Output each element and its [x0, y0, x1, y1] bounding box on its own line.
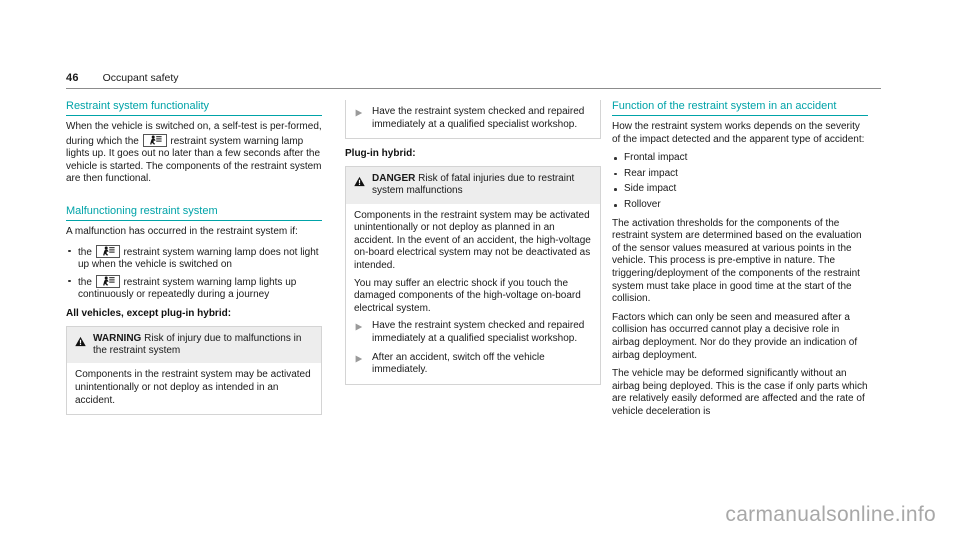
- warning-box-paragraph: Components in the restraint system may b…: [75, 369, 311, 406]
- malfunction-conditions-list: the restraint system warning lamp does n…: [66, 244, 322, 302]
- danger-box-paragraph-2: You may suffer an electric shock if you …: [354, 277, 581, 314]
- action-arrow-icon: [355, 323, 363, 336]
- warning-triangle-icon: [354, 174, 365, 192]
- paragraph-malfunction-intro: A malfunction has occurred in the restra…: [66, 225, 298, 237]
- page-number: 46: [66, 72, 79, 84]
- warning-box: WARNING Risk of injury due to malfunctio…: [66, 325, 322, 416]
- running-head: 46 Occupant safety: [66, 72, 881, 84]
- continued-action-list: Have the restraint system checked and re…: [354, 106, 592, 131]
- heading-malfunctioning-restraint-system: Malfunctioning restraint system: [66, 205, 322, 221]
- paragraph-deformation: The vehicle may be deformed significantl…: [612, 368, 868, 417]
- column-1: Restraint system functionality When the …: [66, 100, 322, 424]
- warning-box-header: WARNING Risk of injury due to malfunctio…: [67, 326, 321, 364]
- list-item: Have the restraint system checked and re…: [354, 320, 592, 345]
- lead-plugin-hybrid: Plug-in hybrid:: [345, 148, 416, 160]
- list-item: After an accident, switch off the vehicl…: [354, 352, 592, 377]
- warning-box-title: WARNING Risk of injury due to malfunctio…: [93, 333, 313, 358]
- column-3: Function of the restraint system in an a…: [612, 100, 868, 424]
- continued-warning-box-body: Have the restraint system checked and re…: [346, 100, 600, 139]
- restraint-system-warning-lamp-icon: [95, 244, 120, 258]
- three-column-body: Restraint system functionality When the …: [66, 100, 881, 460]
- action-arrow-icon: [355, 109, 363, 122]
- list-item: Side impact: [612, 183, 868, 196]
- chapter-title: Occupant safety: [102, 72, 179, 84]
- warning-box-body: Components in the restraint system may b…: [67, 363, 321, 415]
- danger-box-paragraph-1: Components in the restraint system may b…: [354, 209, 591, 271]
- action-text: Have the restraint system checked and re…: [372, 106, 585, 130]
- list-item: the restraint system warning lamp does n…: [66, 244, 322, 272]
- accident-type-list: Frontal impact Rear impact Side impact R…: [612, 152, 868, 211]
- list-item: Frontal impact: [612, 152, 868, 165]
- paragraph-functionality: When the vehicle is switched on, a self-…: [66, 121, 322, 186]
- danger-action-list: Have the restraint system checked and re…: [354, 320, 592, 376]
- manual-page: 46 Occupant safety Restraint system func…: [0, 0, 960, 533]
- action-text: After an accident, switch off the vehicl…: [372, 351, 545, 376]
- paragraph-accident-intro: How the restraint system works depends o…: [612, 121, 865, 145]
- list-item-part-a: the: [78, 276, 92, 288]
- list-item: Rear impact: [612, 168, 868, 181]
- danger-box-body: Components in the restraint system may b…: [346, 203, 600, 384]
- danger-box-title: DANGER Risk of fatal injuries due to res…: [372, 173, 592, 198]
- heading-restraint-system-functionality: Restraint system functionality: [66, 100, 322, 116]
- danger-box-label: DANGER: [372, 172, 416, 184]
- lead-all-vehicles-except-plugin: All vehicles, except plug-in hybrid:: [66, 307, 232, 319]
- restraint-system-warning-lamp-icon: [95, 274, 120, 288]
- list-item-part-a: the: [78, 246, 92, 258]
- paragraph-factors: Factors which can only be seen and measu…: [612, 311, 858, 361]
- running-head-rule: [66, 88, 881, 89]
- danger-box: DANGER Risk of fatal injuries due to res…: [345, 165, 601, 385]
- action-text: Have the restraint system checked and re…: [372, 320, 585, 344]
- danger-box-header: DANGER Risk of fatal injuries due to res…: [346, 166, 600, 204]
- column-2: Have the restraint system checked and re…: [345, 100, 601, 394]
- site-watermark: carmanualsonline.info: [725, 503, 936, 526]
- restraint-system-warning-lamp-icon: [142, 133, 167, 147]
- list-item: Rollover: [612, 199, 868, 212]
- list-item: the restraint system warning lamp lights…: [66, 274, 322, 302]
- continued-warning-box: Have the restraint system checked and re…: [345, 100, 601, 140]
- action-arrow-icon: [355, 355, 363, 368]
- paragraph-activation-thresholds: The activation thresholds for the compon…: [612, 217, 862, 305]
- warning-triangle-icon: [75, 334, 86, 352]
- warning-box-label: WARNING: [93, 332, 142, 344]
- heading-function-in-accident: Function of the restraint system in an a…: [612, 100, 868, 116]
- list-item: Have the restraint system checked and re…: [354, 106, 592, 131]
